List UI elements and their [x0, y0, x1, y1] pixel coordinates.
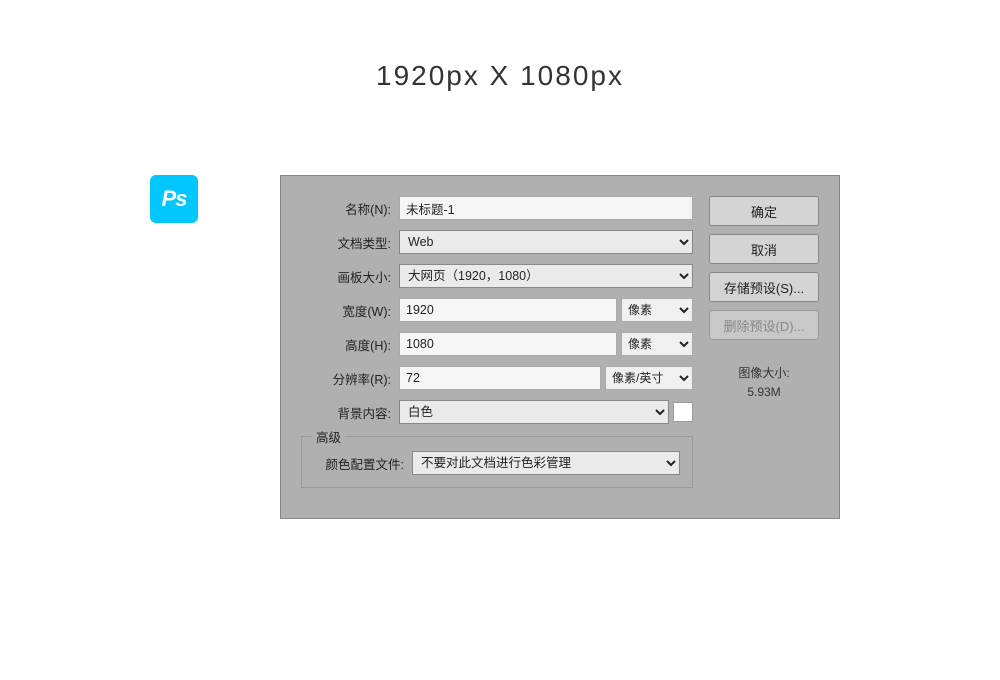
canvas-size-select[interactable]: 大网页（1920，1080） 自定 [399, 264, 693, 288]
canvas-size-row: 画板大小: 大网页（1920，1080） 自定 [301, 264, 693, 288]
save-preset-button[interactable]: 存储预设(S)... [709, 272, 819, 302]
resolution-label: 分辨率(R): [301, 369, 391, 388]
resolution-input[interactable] [399, 366, 601, 390]
cancel-button[interactable]: 取消 [709, 234, 819, 264]
name-label: 名称(N): [301, 199, 391, 218]
bg-content-select[interactable]: 白色 背景色 透明 [399, 400, 669, 424]
height-row: 高度(H): 像素 厘米 毫米 英寸 [301, 332, 693, 356]
ps-icon-label: Ps [162, 186, 187, 212]
advanced-group: 高级 颜色配置文件: 不要对此文档进行色彩管理 [301, 436, 693, 488]
bg-color-swatch[interactable] [673, 402, 693, 422]
resolution-input-group: 像素/英寸 像素/厘米 [399, 366, 693, 390]
color-profile-row: 颜色配置文件: 不要对此文档进行色彩管理 [314, 451, 680, 475]
height-input-group: 像素 厘米 毫米 英寸 [399, 332, 693, 356]
width-unit-select[interactable]: 像素 厘米 毫米 英寸 [621, 298, 693, 322]
advanced-legend: 高级 [312, 427, 345, 446]
name-input[interactable] [399, 196, 693, 220]
resolution-row: 分辨率(R): 像素/英寸 像素/厘米 [301, 366, 693, 390]
delete-preset-button: 删除预设(D)... [709, 310, 819, 340]
ps-app-icon: Ps [150, 175, 198, 223]
ps-icon-container: Ps [150, 175, 198, 223]
doc-type-label: 文档类型: [301, 233, 391, 252]
canvas-size-label: 画板大小: [301, 267, 391, 286]
page-title: 1920px X 1080px [0, 0, 1000, 92]
color-profile-label: 颜色配置文件: [314, 454, 404, 473]
height-label: 高度(H): [301, 335, 391, 354]
dialog-buttons: 确定 取消 存储预设(S)... 删除预设(D)... 图像大小: 5.93M [709, 196, 819, 488]
resolution-unit-select[interactable]: 像素/英寸 像素/厘米 [605, 366, 693, 390]
ok-button[interactable]: 确定 [709, 196, 819, 226]
width-input[interactable] [399, 298, 617, 322]
image-size-title: 图像大小: [709, 364, 819, 383]
height-input[interactable] [399, 332, 617, 356]
width-input-group: 像素 厘米 毫米 英寸 [399, 298, 693, 322]
bg-content-row: 背景内容: 白色 背景色 透明 [301, 400, 693, 424]
image-size-info: 图像大小: 5.93M [709, 364, 819, 402]
dialog-form: 名称(N): 文档类型: Web 画板大小: 大网页（1920，1080） 自定 [301, 196, 693, 488]
doc-type-row: 文档类型: Web [301, 230, 693, 254]
bg-content-label: 背景内容: [301, 403, 391, 422]
name-row: 名称(N): [301, 196, 693, 220]
doc-type-select[interactable]: Web [399, 230, 693, 254]
width-row: 宽度(W): 像素 厘米 毫米 英寸 [301, 298, 693, 322]
height-unit-select[interactable]: 像素 厘米 毫米 英寸 [621, 332, 693, 356]
color-profile-select[interactable]: 不要对此文档进行色彩管理 [412, 451, 680, 475]
bg-content-group: 白色 背景色 透明 [399, 400, 693, 424]
width-label: 宽度(W): [301, 301, 391, 320]
image-size-value: 5.93M [709, 383, 819, 402]
new-document-dialog: 名称(N): 文档类型: Web 画板大小: 大网页（1920，1080） 自定 [280, 175, 840, 519]
